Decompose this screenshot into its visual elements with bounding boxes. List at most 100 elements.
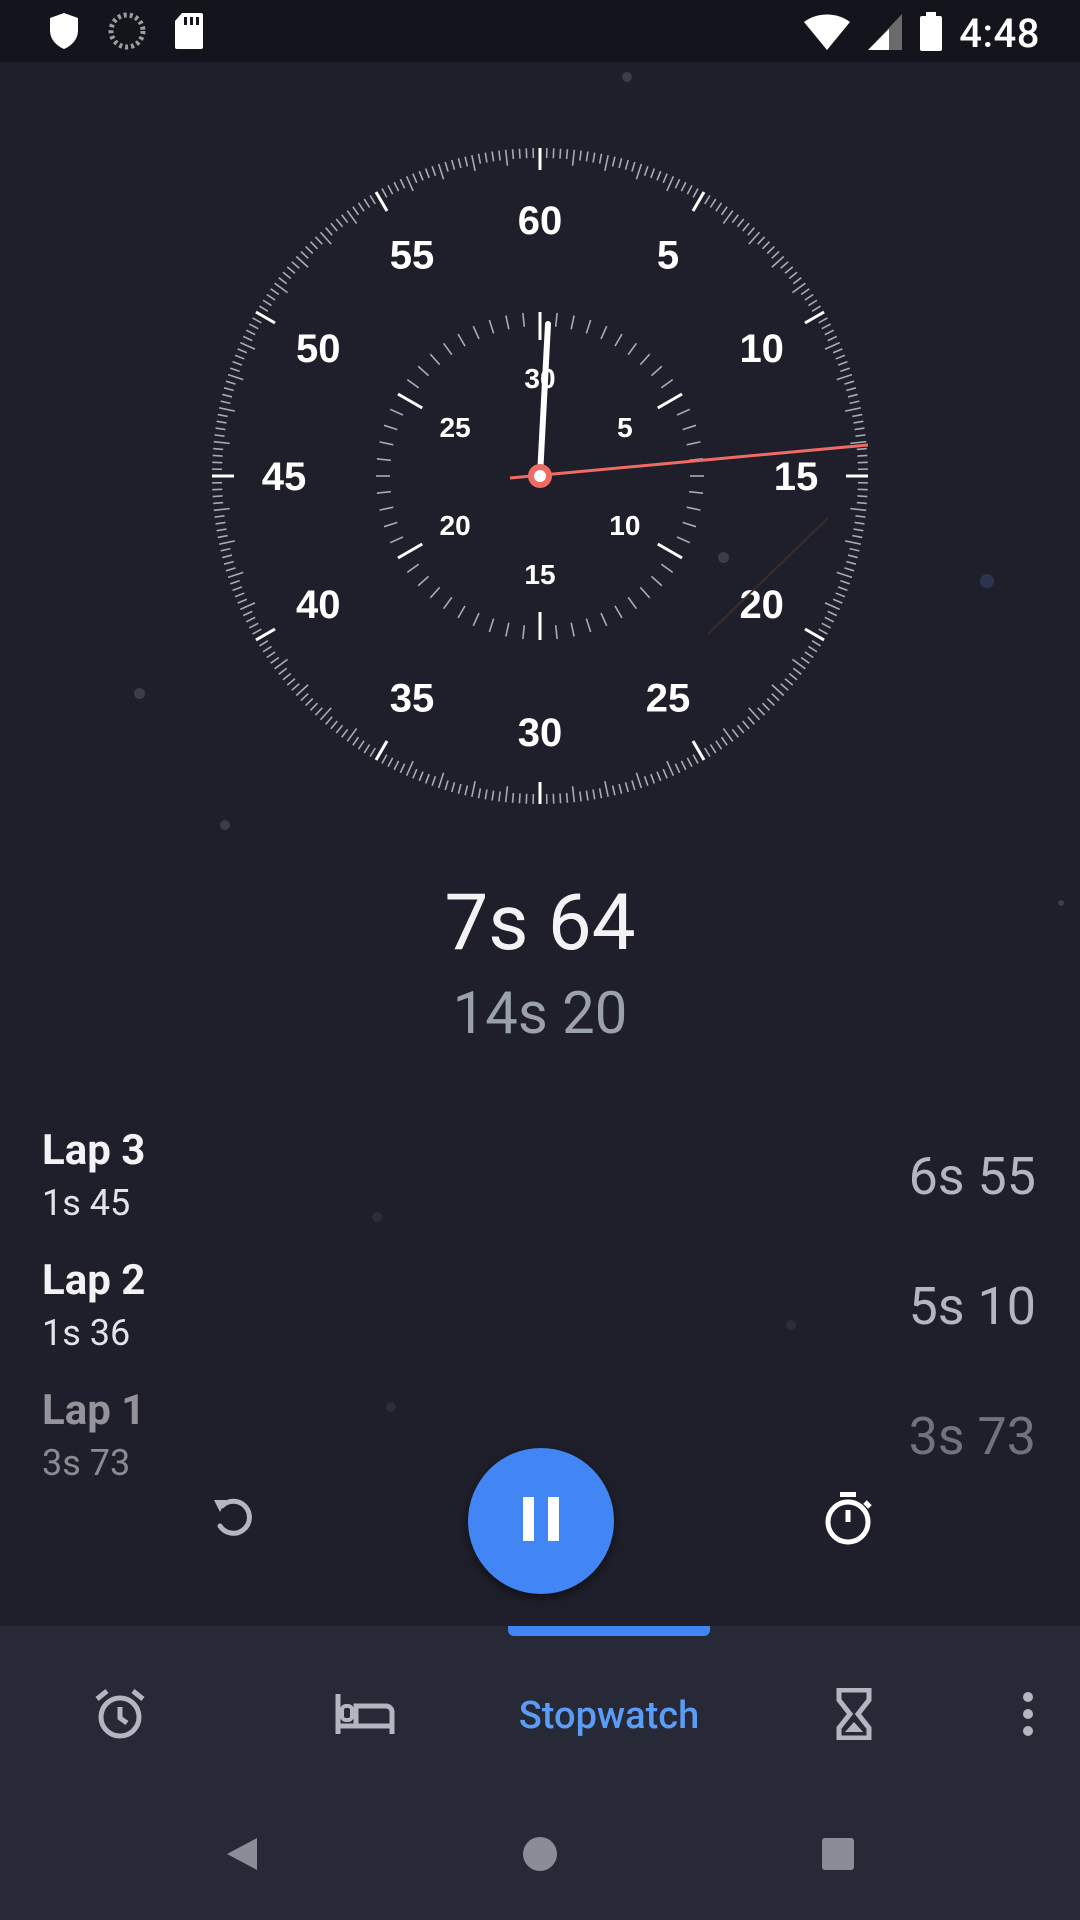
lap-total: 6s 55 <box>908 1146 1036 1207</box>
inner-tick <box>376 458 391 462</box>
outer-tick <box>722 727 734 742</box>
outer-tick <box>309 702 319 711</box>
cell-signal-icon <box>867 13 903 55</box>
tab-timer[interactable] <box>824 1686 884 1746</box>
outer-tick <box>319 231 332 245</box>
outer-tick <box>585 151 589 162</box>
outer-tick <box>225 380 236 385</box>
outer-tick <box>857 495 868 498</box>
overflow-menu-button[interactable] <box>1010 1686 1046 1746</box>
inner-tick <box>505 622 510 637</box>
outer-tick <box>215 521 226 525</box>
outer-tick <box>804 293 814 301</box>
outer-tick <box>853 420 864 424</box>
outer-tick <box>766 245 775 255</box>
outer-tick <box>845 540 861 545</box>
outer-tick <box>742 222 750 232</box>
outer-tick <box>835 592 846 598</box>
outer-tick <box>259 640 269 647</box>
lap-name: Lap 3 <box>42 1126 146 1175</box>
outer-tick <box>837 360 848 366</box>
recents-button[interactable] <box>808 1836 868 1876</box>
outer-tick <box>565 792 569 803</box>
outer-dial-label: 30 <box>518 711 563 755</box>
inner-tick <box>406 563 420 574</box>
outer-tick <box>624 159 629 170</box>
outer-tick <box>227 373 244 381</box>
status-time: 4:48 <box>959 10 1040 57</box>
reset-button[interactable] <box>204 1490 264 1550</box>
outer-tick <box>220 400 231 405</box>
home-button[interactable] <box>510 1836 570 1876</box>
outer-tick <box>220 547 231 552</box>
inner-dial-label: 10 <box>609 510 640 541</box>
outer-tick <box>559 148 562 159</box>
outer-tick <box>305 245 314 255</box>
inner-tick <box>660 563 674 574</box>
outer-tick <box>477 153 482 164</box>
inner-tick <box>682 424 697 431</box>
outer-tick <box>780 683 789 691</box>
tab-stopwatch-label: Stopwatch <box>518 1694 700 1738</box>
pause-button[interactable] <box>468 1448 614 1594</box>
outer-tick <box>656 170 662 181</box>
more-vertical-icon <box>1022 1691 1034 1741</box>
tab-alarm[interactable] <box>90 1686 150 1746</box>
outer-tick <box>804 651 814 659</box>
outer-dial-label: 5 <box>657 233 679 277</box>
outer-tick <box>662 768 668 779</box>
outer-tick <box>314 707 323 716</box>
lap-total: 5s 10 <box>908 1276 1036 1337</box>
outer-tick <box>245 616 256 623</box>
back-button[interactable] <box>212 1836 272 1876</box>
lap-split: 3s 73 <box>42 1442 131 1484</box>
inner-tick <box>522 312 526 327</box>
outer-tick <box>837 586 848 592</box>
inner-tick <box>627 596 638 610</box>
outer-tick <box>666 176 675 192</box>
outer-tick <box>363 198 371 208</box>
lap-split: 1s 36 <box>42 1312 131 1354</box>
lap-button[interactable] <box>818 1490 878 1550</box>
outer-tick <box>335 218 344 228</box>
outer-tick <box>234 592 245 598</box>
outer-tick <box>565 149 569 160</box>
outer-tick <box>824 329 835 336</box>
outer-tick <box>381 188 388 198</box>
outer-tick <box>212 454 223 457</box>
inner-tick <box>660 378 674 389</box>
outer-tick <box>325 716 333 725</box>
inner-tick <box>682 521 697 528</box>
inner-tick <box>676 536 691 544</box>
outer-tick <box>219 540 235 545</box>
outer-tick <box>242 335 253 342</box>
outer-tick <box>757 707 766 716</box>
outer-tick <box>270 288 280 296</box>
outer-tick <box>811 640 821 647</box>
outer-tick <box>357 740 365 750</box>
outer-tick <box>274 658 289 670</box>
outer-tick <box>252 628 262 635</box>
outer-tick <box>784 266 794 274</box>
outer-tick <box>850 507 867 512</box>
outer-tick <box>846 387 857 392</box>
inner-dial-label: 20 <box>440 510 471 541</box>
tab-bedtime[interactable] <box>334 1686 396 1746</box>
outer-tick <box>821 323 832 330</box>
outer-tick <box>618 783 623 794</box>
outer-tick <box>686 184 693 195</box>
recents-square-icon <box>821 1837 855 1875</box>
inner-tick <box>488 319 495 334</box>
outer-tick <box>844 567 855 572</box>
outer-tick <box>240 341 256 350</box>
outer-tick <box>381 754 388 764</box>
outer-tick <box>369 747 376 757</box>
outer-tick <box>346 210 358 225</box>
outer-tick <box>216 420 227 424</box>
inner-tick <box>397 392 423 410</box>
tab-stopwatch[interactable]: Stopwatch <box>508 1686 710 1746</box>
outer-tick <box>223 560 234 565</box>
outer-tick <box>213 447 224 451</box>
outer-tick <box>314 236 323 245</box>
outer-tick <box>369 195 376 205</box>
